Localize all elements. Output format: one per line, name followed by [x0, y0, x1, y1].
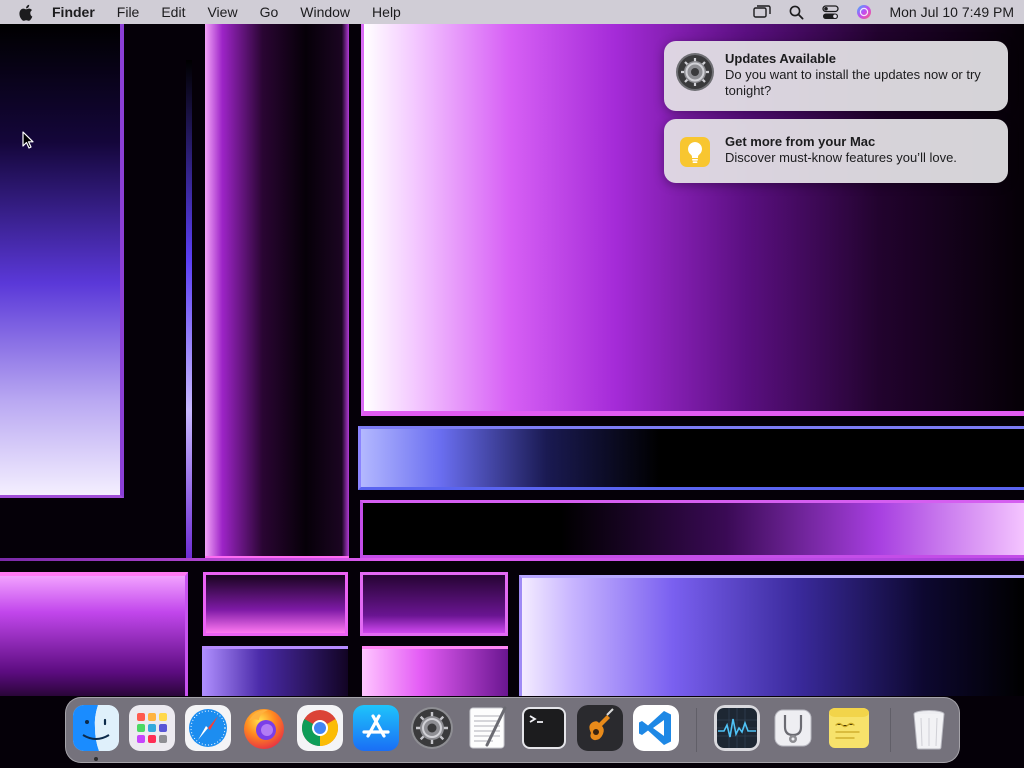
tips-lightbulb-icon — [674, 131, 716, 173]
wallpaper-panel — [0, 558, 1024, 561]
notification-body: Do you want to install the updates now o… — [725, 67, 981, 98]
spotlight-search-icon[interactable] — [785, 3, 807, 21]
dock-textedit-icon[interactable] — [465, 705, 511, 751]
system-settings-gear-icon — [674, 51, 716, 93]
notification-get-more-from-mac[interactable]: Get more from your Mac Discover must-kno… — [664, 119, 1008, 183]
menu-bar-clock[interactable]: Mon Jul 10 7:49 PM — [889, 4, 1014, 20]
menu-edit[interactable]: Edit — [161, 4, 185, 20]
dock-garageband-icon[interactable] — [577, 705, 623, 751]
menu-app-name[interactable]: Finder — [52, 4, 95, 20]
dock-activity-monitor-icon[interactable] — [714, 705, 760, 751]
dock-safari-icon[interactable] — [185, 705, 231, 751]
menu-bar-status-area: Mon Jul 10 7:49 PM — [739, 3, 1014, 21]
dock-chrome-icon[interactable] — [297, 705, 343, 751]
wallpaper-panel — [205, 24, 349, 560]
dock-separator — [890, 708, 891, 752]
menu-view[interactable]: View — [207, 4, 237, 20]
wallpaper-panel — [202, 646, 348, 696]
wallpaper-panel — [360, 500, 1024, 558]
wallpaper-panel — [360, 572, 508, 636]
notification-updates-available[interactable]: Updates Available Do you want to install… — [664, 41, 1008, 111]
wallpaper-panel — [358, 426, 1024, 490]
notification-title: Updates Available — [725, 51, 837, 66]
wallpaper-panel — [203, 572, 348, 636]
desktop-wallpaper — [0, 0, 1024, 768]
wallpaper-panel — [0, 572, 188, 696]
wallpaper-panel — [519, 575, 1024, 696]
screen-mirroring-icon[interactable] — [751, 3, 773, 21]
dock — [65, 697, 960, 763]
apple-menu-icon[interactable] — [18, 3, 34, 21]
menu-go[interactable]: Go — [260, 4, 279, 20]
dock-disk-utility-icon[interactable] — [770, 705, 816, 751]
dock-finder-icon[interactable] — [73, 705, 119, 751]
menu-help[interactable]: Help — [372, 4, 401, 20]
notification-body: Discover must-know features you’ll love. — [725, 150, 957, 165]
siri-icon[interactable] — [853, 3, 875, 21]
dock-terminal-icon[interactable] — [521, 705, 567, 751]
menu-window[interactable]: Window — [300, 4, 350, 20]
dock-app-store-icon[interactable] — [353, 705, 399, 751]
notification-title: Get more from your Mac — [725, 134, 876, 149]
dock-separator — [696, 708, 697, 752]
wallpaper-panel — [186, 60, 192, 560]
notification-content: Updates Available Do you want to install… — [725, 51, 996, 99]
control-center-icon[interactable] — [819, 3, 841, 21]
dock-vscode-icon[interactable] — [633, 705, 679, 751]
notification-content: Get more from your Mac Discover must-kno… — [725, 134, 957, 166]
dock-stickies-icon[interactable] — [826, 705, 872, 751]
menu-file[interactable]: File — [117, 4, 140, 20]
dock-launchpad-icon[interactable] — [129, 705, 175, 751]
dock-trash-icon[interactable] — [906, 705, 952, 751]
wallpaper-panel — [362, 646, 508, 696]
wallpaper-panel — [0, 24, 124, 498]
menu-bar: Finder File Edit View Go Window Help Mon… — [0, 0, 1024, 24]
mouse-cursor-icon — [22, 131, 34, 149]
dock-firefox-icon[interactable] — [241, 705, 287, 751]
dock-system-settings-icon[interactable] — [409, 705, 455, 751]
running-indicator — [94, 757, 98, 761]
